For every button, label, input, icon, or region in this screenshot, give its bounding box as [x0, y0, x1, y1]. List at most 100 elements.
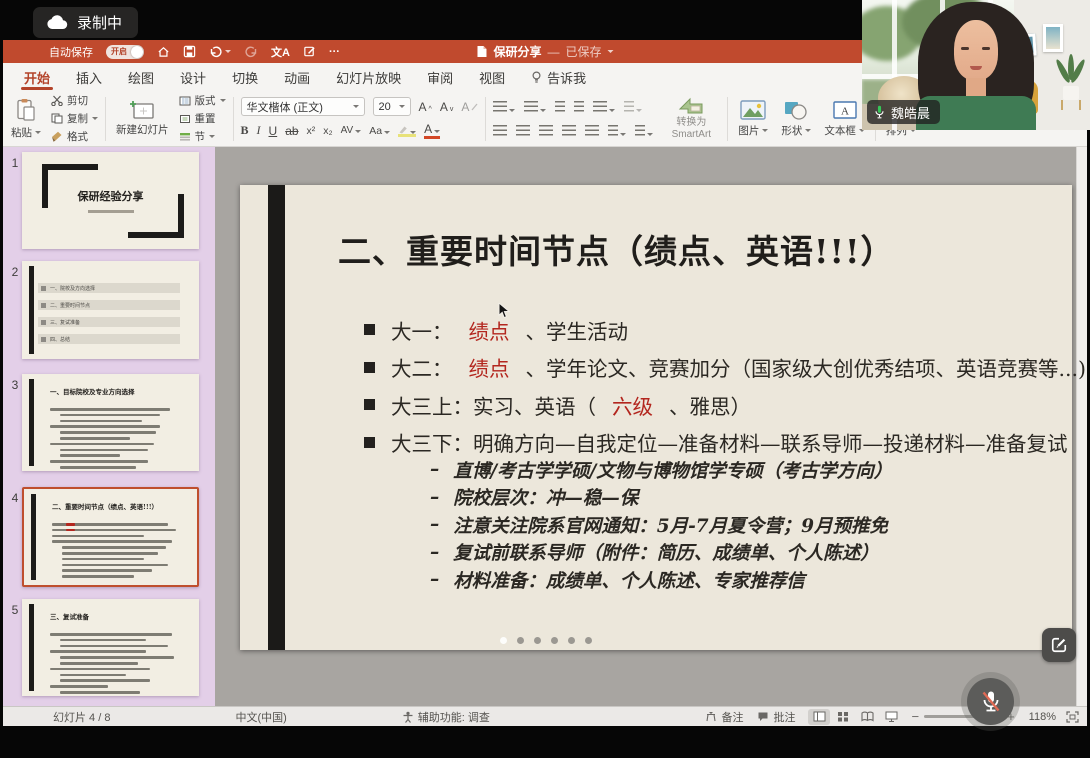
comments-label: 批注: [773, 709, 795, 725]
document-title[interactable]: 保研分享: [493, 43, 541, 60]
tab-切换[interactable]: 切换: [219, 63, 271, 91]
slide-bullet-list[interactable]: 大一：绩点、学生活动大二：绩点、学年论文、竞赛加分（国家级大创优秀结项、英语竞赛…: [364, 311, 1086, 461]
cut-button[interactable]: 剪切: [51, 93, 98, 108]
textbox-button[interactable]: A 文本框: [821, 99, 868, 139]
slide-editor[interactable]: 二、重要时间节点（绩点、英语!!!） 大一：绩点、学生活动大二：绩点、学年论文、…: [240, 185, 1072, 650]
slide-thumbnail-5[interactable]: 三、复试准备: [22, 599, 199, 696]
clear-formatting-button[interactable]: A: [461, 100, 478, 114]
layout-button[interactable]: 版式: [179, 93, 226, 108]
undo-button[interactable]: [209, 44, 231, 60]
zoom-out-button[interactable]: −: [911, 709, 919, 724]
tab-插入[interactable]: 插入: [63, 63, 115, 91]
tab-告诉我[interactable]: 告诉我: [518, 63, 599, 91]
text-direction-button[interactable]: [608, 125, 626, 136]
decrease-indent-button[interactable]: [555, 101, 565, 112]
align-right-button[interactable]: [539, 125, 553, 136]
thumbnail-title: 一、目标院校及专业方向选择: [50, 386, 135, 396]
new-slide-button[interactable]: 新建幻灯片: [113, 99, 172, 138]
thumbnail-number: 1: [9, 156, 21, 170]
microphone-muted-button[interactable]: [967, 678, 1014, 725]
shapes-button[interactable]: 形状: [778, 99, 814, 139]
increase-font-size-button[interactable]: A^: [419, 100, 432, 114]
reset-button[interactable]: 重置: [179, 111, 226, 126]
bullet-text: 、学年论文、竞赛加分（国家级大创优秀结项、英语竞赛等...): [526, 352, 1087, 382]
paste-button[interactable]: 粘贴: [8, 97, 44, 141]
reset-icon: [179, 114, 191, 124]
slide-thumbnail-1[interactable]: 保研经验分享: [22, 152, 199, 249]
thumbnail-number: 5: [9, 603, 21, 617]
font-color-button[interactable]: A: [424, 122, 440, 139]
sub-bullet-text: 直博/考古学学硕/文物与博物馆学专硕（考古学方向）: [453, 457, 892, 483]
comments-button[interactable]: 批注: [757, 709, 795, 725]
more-commands-icon[interactable]: ···: [329, 44, 340, 60]
thumbnail-text-line: [50, 460, 148, 463]
save-icon[interactable]: [183, 44, 196, 60]
sub-bullet-text: 院校层次：冲—稳—保: [453, 484, 638, 510]
tab-设计[interactable]: 设计: [167, 63, 219, 91]
tab-开始[interactable]: 开始: [11, 63, 63, 91]
picture-button[interactable]: 图片: [735, 99, 771, 139]
powerpoint-window: 自动保存 开启 文A ··· 保研分享 — 已保存 开始插入绘图设计切换动画幻灯…: [3, 40, 1087, 726]
fit-slide-button[interactable]: [1066, 711, 1079, 723]
underline-button[interactable]: U: [269, 124, 278, 138]
align-center-button[interactable]: [516, 125, 530, 136]
slide-sorter-view-button[interactable]: [832, 709, 854, 725]
tab-绘图[interactable]: 绘图: [115, 63, 167, 91]
distribute-button[interactable]: [585, 125, 599, 136]
slide-sub-bullet-line: –复试前联系导师（附件：简历、成绩单、个人陈述）: [430, 539, 892, 567]
font-size-select[interactable]: 20: [373, 97, 411, 116]
slide-title[interactable]: 二、重要时间节点（绩点、英语!!!）: [338, 225, 894, 273]
notes-pad-icon[interactable]: [303, 44, 316, 60]
home-icon[interactable]: [157, 44, 170, 60]
decrease-font-size-button[interactable]: Av: [440, 100, 454, 114]
subscript-button[interactable]: x₂: [323, 125, 332, 137]
tab-动画[interactable]: 动画: [271, 63, 323, 91]
columns-button[interactable]: [624, 101, 642, 112]
language-indicator[interactable]: 中文(中国): [235, 709, 286, 725]
line-spacing-button[interactable]: [593, 101, 615, 112]
align-text-button[interactable]: [635, 125, 653, 136]
superscript-button[interactable]: x²: [307, 125, 316, 137]
thumbnail-title: 二、重要时间节点（绩点、英语!!!）: [52, 501, 158, 511]
thumbnail-number: 3: [9, 378, 21, 392]
highlight-color-button[interactable]: [398, 125, 416, 137]
divider: [485, 97, 486, 141]
slide-sub-bullet-list[interactable]: –直博/考古学学硕/文物与博物馆学专硕（考古学方向）–院校层次：冲—稳—保–注意…: [430, 456, 892, 594]
annotation-tool-button[interactable]: [1042, 628, 1076, 662]
tab-视图[interactable]: 视图: [466, 63, 518, 91]
font-name-select[interactable]: 华文楷体 (正文): [241, 97, 365, 116]
slide-thumbnail-4[interactable]: 二、重要时间节点（绩点、英语!!!）: [22, 487, 199, 587]
translate-icon[interactable]: 文A: [271, 44, 290, 60]
justify-button[interactable]: [562, 125, 576, 136]
copy-button[interactable]: 复制: [51, 111, 98, 126]
autosave-toggle[interactable]: 开启: [106, 45, 144, 59]
reading-view-button[interactable]: [856, 709, 878, 725]
save-status[interactable]: 已保存: [566, 43, 602, 60]
tab-审阅[interactable]: 审阅: [414, 63, 466, 91]
bullets-button[interactable]: [493, 101, 515, 112]
format-painter-button[interactable]: 格式: [51, 129, 98, 144]
normal-view-button[interactable]: [808, 709, 830, 725]
agenda-row: 四、总结: [38, 334, 180, 344]
accessibility-status[interactable]: 辅助功能: 调查: [402, 709, 490, 725]
slideshow-button[interactable]: [880, 709, 902, 725]
redo-button[interactable]: [244, 44, 258, 60]
slide-thumbnail-2[interactable]: 一、院校及方向选择二、重要时间节点三、复试准备四、总结: [22, 261, 199, 359]
convert-smartart-button[interactable]: 转换为 SmartArt: [662, 97, 720, 140]
bold-button[interactable]: B: [241, 123, 249, 138]
thumbnail-text-line: [52, 535, 144, 538]
character-spacing-button[interactable]: AV: [341, 125, 362, 136]
zoom-level[interactable]: 118%: [1029, 711, 1056, 723]
numbering-button[interactable]: [524, 101, 546, 112]
tab-幻灯片放映[interactable]: 幻灯片放映: [323, 63, 414, 91]
strikethrough-button[interactable]: ab: [285, 124, 298, 138]
italic-button[interactable]: I: [257, 123, 261, 138]
slide-thumbnail-3[interactable]: 一、目标院校及专业方向选择: [22, 374, 199, 471]
increase-indent-button[interactable]: [574, 101, 584, 112]
notes-button[interactable]: 备注: [705, 709, 743, 725]
fit-to-window-icon: [1066, 711, 1079, 723]
align-left-button[interactable]: [493, 125, 507, 136]
section-button[interactable]: 节: [179, 129, 226, 144]
webcam-overlay[interactable]: 魏皓晨: [862, 0, 1090, 130]
change-case-button[interactable]: Aa: [369, 125, 390, 137]
